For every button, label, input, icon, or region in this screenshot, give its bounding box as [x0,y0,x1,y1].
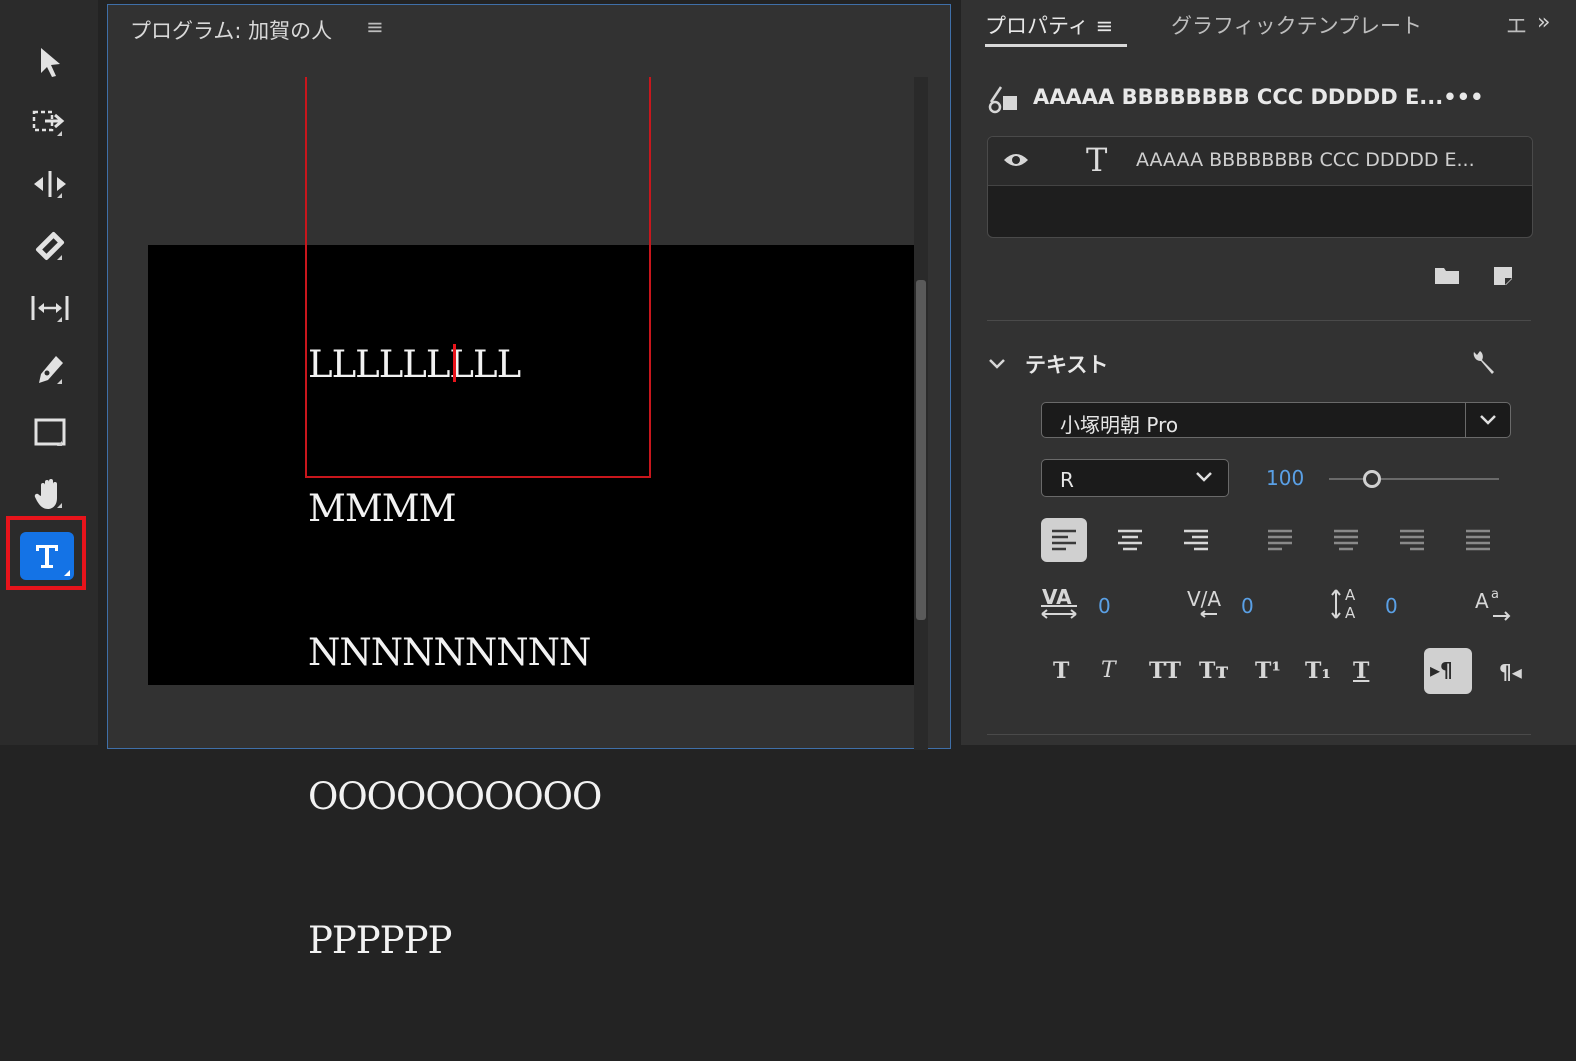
align-left-icon [1052,529,1076,551]
svg-text:V/A: V/A [1187,587,1221,611]
rectangle-icon [34,418,66,446]
align-right-icon [1184,529,1208,551]
eye-icon[interactable] [1002,150,1030,170]
font-family-select[interactable]: 小塚明朝 Pro [1041,402,1511,438]
font-size-slider[interactable] [1329,478,1499,480]
pen-tool[interactable] [24,344,76,396]
text-section-heading[interactable]: テキスト [1025,349,1108,379]
align-right-button[interactable] [1173,518,1219,562]
razor-tool[interactable] [24,220,76,272]
tab-truncated[interactable]: エ [1506,10,1527,40]
ltr-icon: ▸¶ [1430,658,1453,682]
slip-tool[interactable] [24,282,76,334]
program-monitor: プログラム: 加賀の人 ≡ LLLLLLLLL MMMM NNNNNNNNN O… [107,4,951,962]
clip-title: AAAAA BBBBBBBB CCC DDDDD E...••• [1033,85,1484,109]
faux-bold-button[interactable]: T [1053,658,1069,684]
divider [987,320,1531,321]
more-options-icon[interactable]: ••• [1443,85,1483,109]
svg-text:A: A [1345,604,1356,622]
list-item[interactable]: T AAAAA BBBBBBBB CCC DDDDD E... [988,137,1532,186]
superscript-button[interactable]: T¹ [1255,658,1281,684]
clip-title-text: AAAAA BBBBBBBB CCC DDDDD E... [1033,85,1444,109]
chevron-down-icon [1196,472,1212,482]
track-select-icon [32,110,65,132]
divider [987,734,1531,735]
tools-panel [0,0,98,745]
svg-text:a: a [1491,587,1499,602]
type-tool[interactable] [20,532,74,580]
font-family-value: 小塚明朝 Pro [1060,413,1179,437]
leading-icon: AA [1331,586,1356,622]
justify-center-icon [1334,529,1358,551]
justify-all-icon [1466,529,1490,551]
panel-menu-icon[interactable]: ≡ [1095,14,1113,38]
font-style-select[interactable]: R [1041,459,1229,497]
right-to-left-button[interactable]: ¶◂ [1499,660,1522,684]
layer-name: AAAAA BBBBBBBB CCC DDDDD E... [1136,149,1475,171]
selection-tool[interactable] [24,36,76,88]
tab-label: プロパティ [985,14,1089,38]
text-line: PPPPPP [308,919,452,962]
type-icon [36,545,58,568]
justify-left-button[interactable] [1257,518,1303,562]
text-line: OOOOOOOOOO [308,775,602,818]
align-center-button[interactable] [1107,518,1153,562]
scrollbar-thumb[interactable] [916,280,926,620]
text-layer-icon: T [1086,141,1108,179]
justify-center-button[interactable] [1323,518,1369,562]
chevron-down-icon[interactable] [987,354,1007,374]
left-to-right-button[interactable]: ▸¶ [1424,648,1472,694]
tracking-value[interactable]: 0 [1241,594,1254,618]
pen-icon [39,356,63,383]
tab-properties[interactable]: プロパティ ≡ [985,10,1113,40]
underline-button[interactable]: T [1353,658,1369,684]
justify-right-button[interactable] [1389,518,1435,562]
slip-icon [31,296,69,320]
text-line: MMMM [308,487,457,530]
graphic-title-icon [988,86,1017,114]
leading-value[interactable]: 0 [1385,594,1398,618]
subscript-button[interactable]: T₁ [1305,658,1331,684]
font-style-value: R [1060,468,1074,492]
align-center-icon [1118,529,1142,551]
chevron-down-icon [1480,415,1496,425]
font-family-dropdown[interactable] [1465,403,1510,437]
panel-menu-icon[interactable]: ≡ [366,15,384,39]
kerning-value[interactable]: 0 [1098,594,1111,618]
baseline-shift-icon: Aa [1475,587,1511,621]
hand-tool[interactable] [24,468,76,520]
text-cursor [453,344,456,382]
rectangle-tool[interactable] [24,406,76,458]
align-left-button[interactable] [1041,518,1087,562]
arrow-icon [41,48,60,77]
tracking-icon: V/A [1187,587,1221,618]
folder-icon[interactable] [1433,264,1461,286]
layers-list: T AAAAA BBBBBBBB CCC DDDDD E... [987,136,1533,238]
justify-right-icon [1400,529,1424,551]
justify-left-icon [1268,529,1292,551]
program-monitor-title: プログラム: 加賀の人 [130,19,333,43]
svg-text:A: A [1475,589,1489,613]
razor-icon [35,231,65,261]
active-tab-indicator [985,44,1127,47]
justify-all-button[interactable] [1455,518,1501,562]
new-layer-icon[interactable] [1491,264,1515,288]
svg-text:A: A [1345,586,1356,604]
ripple-edit-icon [34,171,66,197]
font-size-value[interactable]: 100 [1266,466,1304,490]
text-line: NNNNNNNNN [308,631,591,674]
faux-italic-button[interactable]: T [1101,658,1116,683]
all-caps-button[interactable]: TT [1149,658,1181,684]
small-caps-button[interactable]: Tт [1199,658,1229,684]
properties-panel: プロパティ ≡ グラフィックテンプレート エ » AAAAA BBBBBBBB … [961,0,1576,745]
ripple-edit-tool[interactable] [24,158,76,210]
more-panels-icon[interactable]: » [1537,10,1550,35]
hand-icon [34,479,57,509]
font-size-slider-handle[interactable] [1362,470,1381,488]
wrench-icon[interactable] [1467,348,1497,378]
kerning-icon: VA [1041,585,1077,619]
track-select-tool[interactable] [24,96,76,148]
tab-graphic-templates[interactable]: グラフィックテンプレート [1171,10,1422,40]
